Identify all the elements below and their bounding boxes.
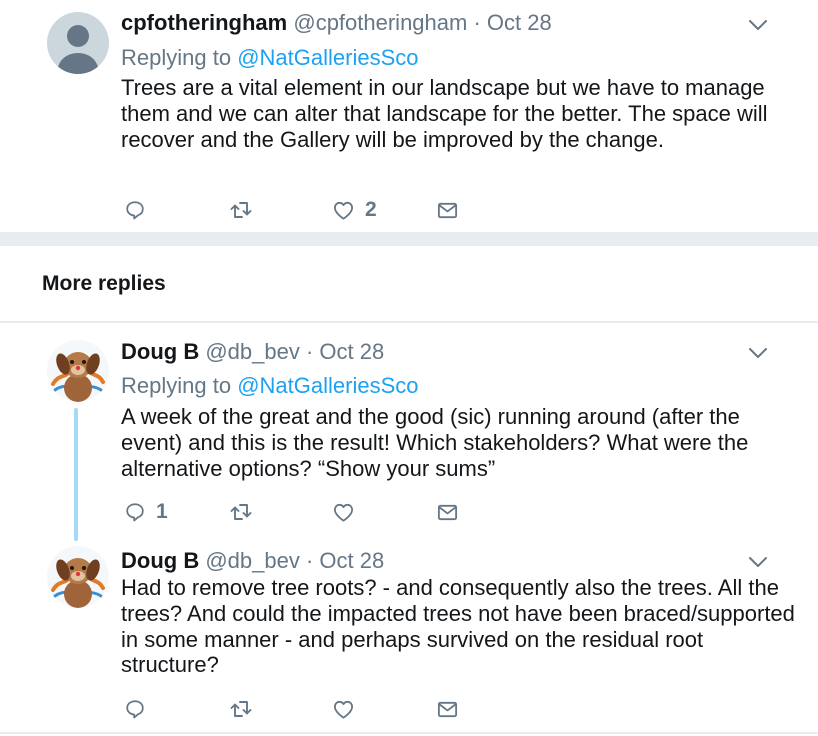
timestamp[interactable]: · Oct 28 — [306, 548, 384, 573]
replying-to-label: Replying to — [121, 373, 238, 398]
replying-to: Replying to @NatGalleriesSco — [121, 45, 418, 71]
avatar[interactable] — [47, 340, 109, 402]
direct-message-button[interactable] — [436, 197, 459, 223]
reply-count: 1 — [156, 500, 168, 523]
direct-message-button[interactable] — [436, 696, 459, 722]
tweet-header: Doug B @db_bev · Oct 28 — [121, 548, 384, 574]
section-divider — [0, 232, 818, 246]
toy-dog-avatar-icon — [47, 340, 109, 402]
user-handle[interactable]: @cpfotheringham — [293, 10, 467, 35]
tweet-text: A week of the great and the good (sic) r… — [121, 404, 749, 481]
divider — [0, 732, 818, 734]
more-replies-heading: More replies — [42, 272, 166, 295]
retweet-icon — [229, 198, 253, 222]
retweet-button[interactable] — [229, 696, 253, 722]
like-button[interactable] — [332, 499, 365, 525]
reply-button[interactable]: 1 — [124, 499, 168, 525]
reply-icon — [124, 698, 146, 720]
like-icon — [332, 698, 355, 721]
reply-icon — [124, 199, 146, 221]
tweet-menu-button[interactable] — [748, 555, 768, 569]
user-handle[interactable]: @db_bev — [205, 339, 300, 364]
tweet-text: Trees are a vital element in our landsca… — [121, 75, 768, 152]
tweet-doug-b-2[interactable]: Doug B @db_bev · Oct 28 Had to remove tr… — [0, 540, 818, 732]
tweet-cpfotheringham[interactable]: cpfotheringham @cpfotheringham · Oct 28 … — [0, 0, 818, 232]
avatar[interactable] — [47, 12, 109, 74]
tweet-menu-button[interactable] — [748, 18, 768, 32]
chevron-down-icon — [748, 346, 768, 360]
toy-dog-avatar-icon — [47, 546, 109, 608]
like-button[interactable] — [332, 696, 365, 722]
avatar[interactable] — [47, 546, 109, 608]
replying-to-handle[interactable]: @NatGalleriesSco — [237, 45, 418, 70]
direct-message-icon — [436, 199, 459, 222]
reply-button[interactable] — [124, 696, 156, 722]
like-count: 2 — [365, 198, 377, 221]
reply-icon — [124, 501, 146, 523]
direct-message-icon — [436, 698, 459, 721]
tweet-header: cpfotheringham @cpfotheringham · Oct 28 — [121, 10, 552, 36]
thread-connector-line — [74, 408, 78, 541]
retweet-button[interactable] — [229, 499, 253, 525]
tweet-header: Doug B @db_bev · Oct 28 — [121, 339, 384, 365]
display-name[interactable]: Doug B — [121, 548, 199, 573]
direct-message-button[interactable] — [436, 499, 459, 525]
retweet-icon — [229, 697, 253, 721]
chevron-down-icon — [748, 555, 768, 569]
tweet-menu-button[interactable] — [748, 346, 768, 360]
like-icon — [332, 199, 355, 222]
timestamp[interactable]: · Oct 28 — [306, 339, 384, 364]
retweet-button[interactable] — [229, 197, 253, 223]
replying-to-label: Replying to — [121, 45, 238, 70]
tweet-text: Had to remove tree roots? - and conseque… — [121, 575, 795, 678]
tweet-doug-b-1[interactable]: Doug B @db_bev · Oct 28 Replying to @Nat… — [0, 323, 818, 540]
retweet-icon — [229, 500, 253, 524]
like-icon — [332, 501, 355, 524]
display-name[interactable]: Doug B — [121, 339, 199, 364]
direct-message-icon — [436, 501, 459, 524]
reply-button[interactable] — [124, 197, 156, 223]
replying-to-handle[interactable]: @NatGalleriesSco — [237, 373, 418, 398]
timestamp[interactable]: · Oct 28 — [473, 10, 551, 35]
chevron-down-icon — [748, 18, 768, 32]
user-handle[interactable]: @db_bev — [205, 548, 300, 573]
default-avatar-icon — [47, 12, 109, 74]
replying-to: Replying to @NatGalleriesSco — [121, 373, 418, 399]
like-button[interactable]: 2 — [332, 197, 377, 223]
display-name[interactable]: cpfotheringham — [121, 10, 287, 35]
